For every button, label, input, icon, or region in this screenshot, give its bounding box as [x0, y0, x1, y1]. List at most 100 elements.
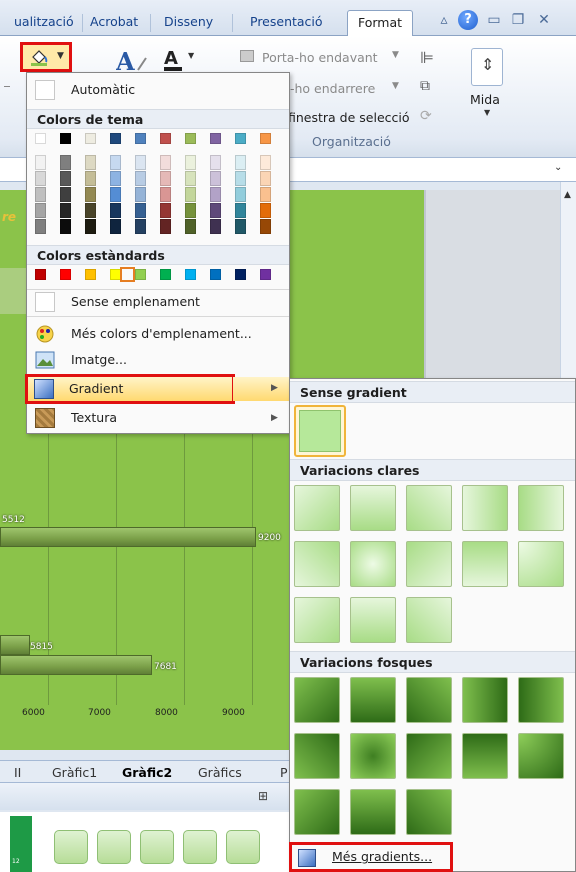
dark-gradient-option[interactable]	[518, 733, 564, 779]
dark-gradient-option[interactable]	[406, 789, 452, 835]
dark-gradient-option[interactable]	[518, 677, 564, 723]
chart-bar[interactable]	[0, 527, 256, 547]
theme-shade-swatch[interactable]	[260, 219, 271, 234]
expand-formula-icon[interactable]: ⌄	[554, 162, 562, 173]
picture-fill-item[interactable]: Imatge...	[27, 347, 289, 373]
theme-shade-swatch[interactable]	[35, 155, 46, 170]
page-layout-view-icon[interactable]: ⊞	[258, 789, 268, 803]
dark-gradient-option[interactable]	[294, 789, 340, 835]
dark-gradient-option[interactable]	[350, 789, 396, 835]
theme-shade-swatch[interactable]	[260, 171, 271, 186]
theme-shade-swatch[interactable]	[160, 203, 171, 218]
wordart-style-icon[interactable]: A	[116, 48, 156, 74]
theme-shade-swatch[interactable]	[160, 219, 171, 234]
theme-shade-swatch[interactable]	[110, 219, 121, 234]
theme-shade-swatch[interactable]	[185, 187, 196, 202]
theme-shade-swatch[interactable]	[110, 203, 121, 218]
theme-shade-swatch[interactable]	[85, 171, 96, 186]
theme-shade-swatch[interactable]	[185, 203, 196, 218]
chart-bar[interactable]	[0, 635, 30, 655]
theme-shade-swatch[interactable]	[60, 171, 71, 186]
dark-gradient-option[interactable]	[350, 733, 396, 779]
more-gradients-item[interactable]: Més gradients...	[289, 842, 453, 872]
standard-color-swatch[interactable]	[260, 269, 271, 280]
theme-shade-swatch[interactable]	[210, 155, 221, 170]
dark-gradient-option[interactable]	[294, 733, 340, 779]
sheet-tab[interactable]: P	[280, 763, 288, 782]
light-gradient-option[interactable]	[294, 485, 340, 531]
theme-shade-swatch[interactable]	[35, 171, 46, 186]
light-gradient-option[interactable]	[462, 541, 508, 587]
dark-gradient-option[interactable]	[294, 677, 340, 723]
theme-shade-swatch[interactable]	[210, 171, 221, 186]
theme-color-swatch[interactable]	[235, 133, 246, 144]
theme-shade-swatch[interactable]	[135, 219, 146, 234]
theme-shade-swatch[interactable]	[160, 187, 171, 202]
theme-shade-swatch[interactable]	[85, 155, 96, 170]
theme-shade-swatch[interactable]	[160, 171, 171, 186]
sheet-tab[interactable]: Gràfic1	[52, 763, 97, 782]
light-gradient-option[interactable]	[406, 597, 452, 643]
rotate-icon[interactable]: ⟳	[420, 108, 432, 124]
send-backward-button[interactable]: -ho endarrere	[290, 81, 375, 96]
theme-shade-swatch[interactable]	[135, 171, 146, 186]
theme-shade-swatch[interactable]	[235, 187, 246, 202]
theme-shade-swatch[interactable]	[35, 187, 46, 202]
light-gradient-option[interactable]	[518, 485, 564, 531]
theme-shade-swatch[interactable]	[110, 171, 121, 186]
light-gradient-option[interactable]	[294, 541, 340, 587]
light-gradient-option[interactable]	[462, 485, 508, 531]
standard-color-swatch[interactable]	[235, 269, 246, 280]
theme-shade-swatch[interactable]	[60, 203, 71, 218]
theme-shade-swatch[interactable]	[260, 203, 271, 218]
selection-pane-button[interactable]: finestra de selecció	[288, 110, 410, 125]
standard-color-swatch[interactable]	[160, 269, 171, 280]
tab-presentacio[interactable]: Presentació	[250, 10, 323, 36]
group-icon[interactable]: ⧉	[420, 78, 430, 94]
light-gradient-option[interactable]	[294, 597, 340, 643]
theme-shade-swatch[interactable]	[235, 155, 246, 170]
shape-fill-button[interactable]: ▼	[20, 42, 72, 72]
minimize-window-icon[interactable]: ▭	[484, 10, 504, 30]
theme-color-swatch[interactable]	[135, 133, 146, 144]
bring-forward-button[interactable]: Porta-ho endavant	[262, 50, 378, 65]
theme-color-swatch[interactable]	[210, 133, 221, 144]
no-fill-item[interactable]: Sense emplenament	[27, 289, 289, 315]
chart-bar[interactable]	[0, 655, 152, 675]
sheet-tab[interactable]: II	[14, 763, 21, 782]
theme-color-swatch[interactable]	[35, 133, 46, 144]
theme-shade-swatch[interactable]	[35, 219, 46, 234]
theme-shade-swatch[interactable]	[135, 203, 146, 218]
theme-shade-swatch[interactable]	[210, 203, 221, 218]
theme-shade-swatch[interactable]	[135, 155, 146, 170]
theme-shade-swatch[interactable]	[85, 187, 96, 202]
size-button[interactable]: Mida	[470, 92, 500, 107]
tab-acrobat[interactable]: Acrobat	[90, 10, 138, 36]
tab-format[interactable]: Format	[347, 10, 414, 36]
theme-shade-swatch[interactable]	[235, 203, 246, 218]
theme-shade-swatch[interactable]	[135, 187, 146, 202]
theme-color-swatch[interactable]	[85, 133, 96, 144]
sheet-tab[interactable]: Gràfics	[198, 763, 242, 782]
standard-color-swatch[interactable]	[135, 269, 146, 280]
theme-color-swatch[interactable]	[185, 133, 196, 144]
dark-gradient-option[interactable]	[462, 677, 508, 723]
theme-color-swatch[interactable]	[60, 133, 71, 144]
scroll-up-icon[interactable]: ▲	[564, 190, 571, 200]
theme-shade-swatch[interactable]	[60, 187, 71, 202]
light-gradient-option[interactable]	[518, 541, 564, 587]
more-fill-colors-item[interactable]: Més colors d'emplenament...	[27, 321, 289, 347]
theme-shade-swatch[interactable]	[210, 219, 221, 234]
light-gradient-option[interactable]	[350, 541, 396, 587]
standard-color-swatch[interactable]	[60, 269, 71, 280]
theme-shade-swatch[interactable]	[35, 203, 46, 218]
tab-disseny[interactable]: Disseny	[164, 10, 213, 36]
dark-gradient-option[interactable]	[406, 677, 452, 723]
dark-gradient-option[interactable]	[462, 733, 508, 779]
theme-shade-swatch[interactable]	[210, 187, 221, 202]
no-gradient-option[interactable]	[294, 405, 346, 457]
align-icon[interactable]: ⊫	[420, 48, 434, 67]
theme-shade-swatch[interactable]	[85, 203, 96, 218]
close-window-icon[interactable]: ✕	[534, 10, 554, 30]
tab-visualitzacio[interactable]: ualització	[14, 10, 74, 36]
